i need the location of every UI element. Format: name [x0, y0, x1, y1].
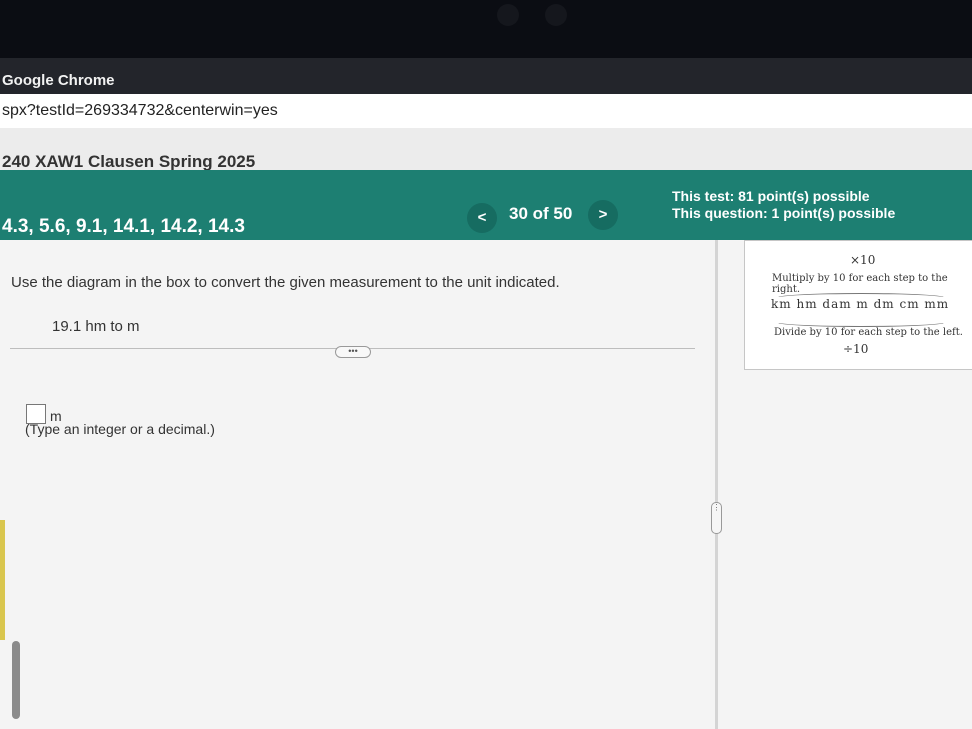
test-points: This test: 81 point(s) possible: [672, 188, 870, 204]
question-instruction: Use the diagram in the box to convert th…: [11, 274, 560, 291]
question-header: 4.3, 5.6, 9.1, 14.1, 14.2, 14.3 < 30 of …: [0, 170, 972, 244]
scrollbar-thumb[interactable]: [12, 641, 20, 719]
course-header: 240 XAW1 Clausen Spring 2025: [0, 128, 972, 176]
question-pane: Use the diagram in the box to convert th…: [0, 240, 715, 729]
divide-label: ÷10: [843, 342, 869, 356]
problem-statement: 19.1 hm to m: [52, 318, 140, 335]
conversion-diagram: ×10 Multiply by 10 for each step to the …: [744, 240, 972, 370]
bottom-arcs: [775, 317, 947, 327]
splitter-handle[interactable]: ⋮: [711, 502, 722, 534]
app-name: Google Chrome: [2, 72, 115, 89]
more-options-button[interactable]: •••: [335, 346, 371, 358]
screen-bezel: [0, 0, 972, 60]
address-bar[interactable]: spx?testId=269334732&centerwin=yes: [0, 94, 972, 128]
previous-question-button[interactable]: <: [467, 203, 497, 233]
webcam-light: [545, 4, 567, 26]
points-info: This test: 81 point(s) possible This que…: [672, 188, 895, 222]
answer-hint: (Type an integer or a decimal.): [25, 421, 215, 437]
course-title: 240 XAW1 Clausen Spring 2025: [2, 152, 256, 171]
question-counter: 30 of 50: [509, 204, 573, 223]
divide-rule: Divide by 10 for each step to the left.: [774, 327, 963, 338]
left-edge-highlight: [0, 520, 5, 640]
section-list: 4.3, 5.6, 9.1, 14.1, 14.2, 14.3: [2, 216, 245, 237]
url-text[interactable]: spx?testId=269334732&centerwin=yes: [2, 102, 278, 120]
next-question-button[interactable]: >: [588, 200, 618, 230]
metric-unit-row: km hm dam m dm cm mm: [771, 297, 950, 311]
multiply-label: ×10: [850, 253, 876, 267]
multiply-rule: Multiply by 10 for each step to the righ…: [772, 273, 948, 295]
webcam: [497, 4, 519, 26]
question-points: This question: 1 point(s) possible: [672, 205, 896, 221]
pane-splitter[interactable]: [715, 240, 718, 729]
